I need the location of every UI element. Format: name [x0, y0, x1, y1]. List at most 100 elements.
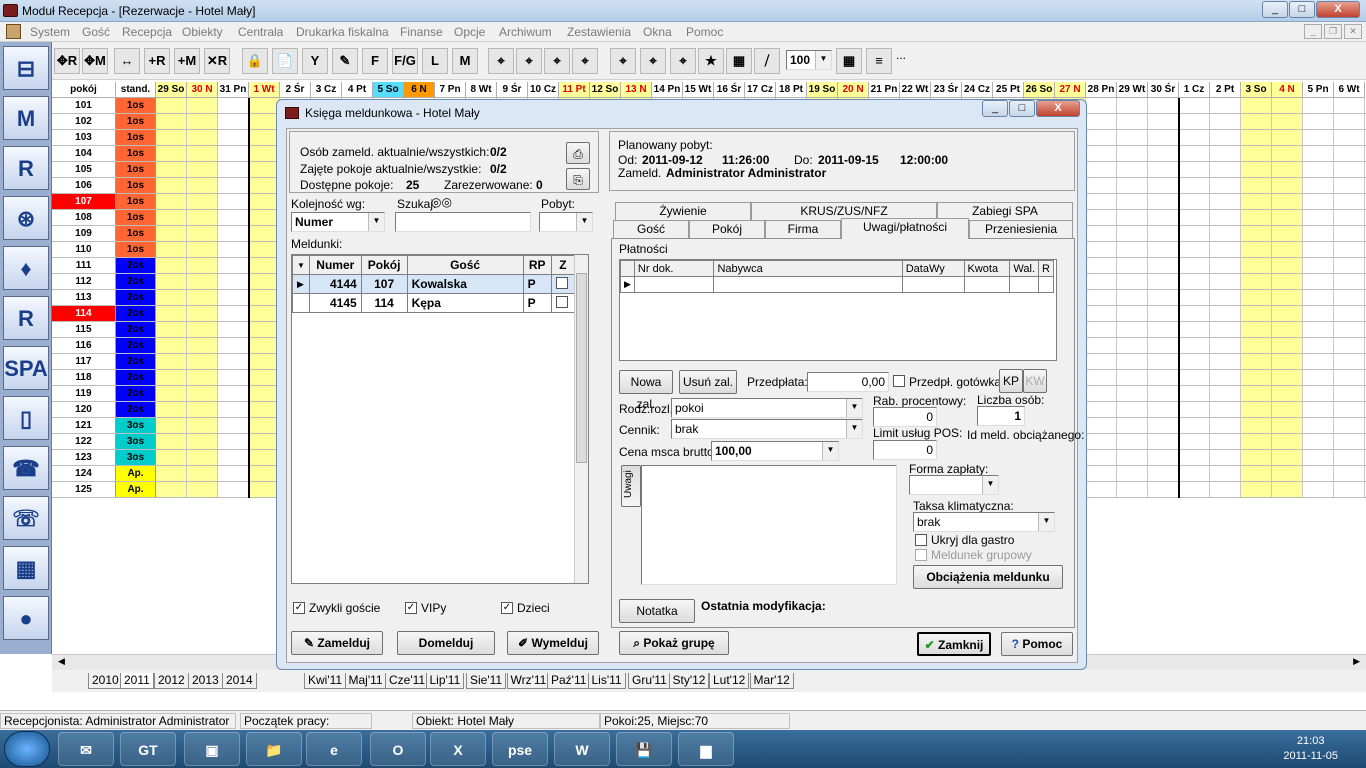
- taskbar-app-7[interactable]: X: [430, 732, 486, 766]
- col-nabywca[interactable]: Nabywca: [713, 260, 903, 277]
- year-tab-2014[interactable]: 2014: [222, 673, 257, 689]
- col-nrdok[interactable]: Nr dok.: [633, 260, 715, 277]
- toolbar-icon-18[interactable]: ⌖: [572, 48, 598, 74]
- przedplata-input[interactable]: 0,00: [807, 372, 889, 392]
- pokaz-grupe-button[interactable]: ⌕ Pokaż grupę: [619, 631, 729, 655]
- room-number[interactable]: 111: [52, 258, 116, 273]
- room-number[interactable]: 120: [52, 402, 116, 417]
- mdi-child-icon[interactable]: [6, 24, 21, 39]
- zamknij-button[interactable]: ✔ Zamknij: [917, 632, 991, 656]
- month-tab[interactable]: Kwi'11: [304, 673, 347, 689]
- toolbar-icon-8[interactable]: 📄: [272, 48, 298, 74]
- room-number[interactable]: 101: [52, 98, 116, 113]
- menu-centrala[interactable]: Centrala: [238, 25, 283, 39]
- taskbar-app-11[interactable]: ▆: [678, 732, 734, 766]
- menu-system[interactable]: System: [30, 25, 70, 39]
- room-number[interactable]: 123: [52, 450, 116, 465]
- sidebar-item-2[interactable]: M: [3, 96, 49, 140]
- tab-uwagi-platnosci[interactable]: Uwagi/płatności: [841, 218, 969, 239]
- toolbar-more[interactable]: ...: [896, 48, 906, 62]
- menu-drukarka[interactable]: Drukarka fiskalna: [296, 25, 389, 39]
- export-icon[interactable]: ⎘: [566, 168, 590, 190]
- scroll-left-icon[interactable]: ◀: [58, 656, 65, 667]
- sidebar-item-1[interactable]: ⊟: [3, 46, 49, 90]
- sidebar-item-10[interactable]: ☏: [3, 496, 49, 540]
- month-tab[interactable]: Sie'11: [466, 673, 507, 689]
- toolbar-icon-11[interactable]: F: [362, 48, 388, 74]
- nowa-zal-button[interactable]: Nowa zal.: [619, 370, 673, 411]
- notatka-button[interactable]: Notatka: [619, 599, 695, 623]
- toolbar-icon-20[interactable]: ⌖: [640, 48, 666, 74]
- room-number[interactable]: 106: [52, 178, 116, 193]
- menu-okna[interactable]: Okna: [643, 25, 672, 39]
- col-kwota[interactable]: Kwota: [963, 260, 1011, 277]
- tab-firma[interactable]: Firma: [765, 220, 841, 238]
- rab-input[interactable]: 0: [873, 407, 937, 427]
- toolbar-icon-9[interactable]: Y: [302, 48, 328, 74]
- scroll-right-icon[interactable]: ▶: [1353, 656, 1360, 667]
- pobyt-select[interactable]: ▼: [539, 212, 593, 232]
- month-tab[interactable]: Lip'11: [425, 673, 465, 689]
- menu-recepcja[interactable]: Recepcja: [122, 25, 172, 39]
- toolbar-icon-7[interactable]: 🔒: [242, 48, 268, 74]
- mdi-restore-button[interactable]: ❐: [1324, 24, 1342, 39]
- col-wal[interactable]: Wal.: [1009, 260, 1040, 277]
- menu-zestawienia[interactable]: Zestawienia: [567, 25, 631, 39]
- room-number[interactable]: 122: [52, 434, 116, 449]
- room-number[interactable]: 119: [52, 386, 116, 401]
- menu-finanse[interactable]: Finanse: [400, 25, 443, 39]
- obciazenia-button[interactable]: Obciążenia meldunku: [913, 565, 1063, 589]
- cena-select[interactable]: 100,00 ▼: [711, 441, 839, 461]
- sidebar-item-11[interactable]: ▦: [3, 546, 49, 590]
- vip-checkbox[interactable]: ✓: [405, 602, 417, 614]
- menu-archiwum[interactable]: Archiwum: [499, 25, 552, 39]
- month-tab[interactable]: Gru'11: [628, 673, 671, 689]
- room-number[interactable]: 116: [52, 338, 116, 353]
- room-number[interactable]: 125: [52, 482, 116, 497]
- col-r[interactable]: R: [1038, 260, 1054, 277]
- taskbar-app-2[interactable]: GT: [120, 732, 176, 766]
- col-pokoj[interactable]: Pokój: [360, 255, 408, 275]
- room-number[interactable]: 109: [52, 226, 116, 241]
- room-number[interactable]: 105: [52, 162, 116, 177]
- przedpl-gotowka-checkbox[interactable]: [893, 375, 905, 387]
- tab-gosc[interactable]: Gość: [613, 220, 689, 238]
- room-number[interactable]: 118: [52, 370, 116, 385]
- toolbar-icon-4[interactable]: +R: [144, 48, 170, 74]
- room-number[interactable]: 115: [52, 322, 116, 337]
- uwagi-textarea[interactable]: [641, 465, 897, 585]
- sidebar-item-8[interactable]: ▯: [3, 396, 49, 440]
- table-row[interactable]: ▶ 4144 107 Kowalska P: [292, 274, 576, 294]
- taskbar-app-8[interactable]: pse: [492, 732, 548, 766]
- kp-button[interactable]: KP: [999, 369, 1023, 393]
- toolbar-icon-1[interactable]: ✥R: [54, 48, 80, 74]
- month-tab[interactable]: Paź'11: [547, 673, 591, 689]
- month-tab[interactable]: Lut'12: [709, 673, 750, 689]
- room-number[interactable]: 113: [52, 290, 116, 305]
- table-row[interactable]: ▶: [620, 276, 1054, 293]
- taskbar-app-5[interactable]: e: [306, 732, 362, 766]
- room-number[interactable]: 103: [52, 130, 116, 145]
- month-tab[interactable]: Wrz'11: [506, 673, 551, 689]
- col-z[interactable]: Z: [550, 255, 576, 275]
- minimize-button[interactable]: _: [1262, 1, 1288, 18]
- room-number[interactable]: 104: [52, 146, 116, 161]
- col-numer[interactable]: Numer: [308, 255, 362, 275]
- room-number[interactable]: 107: [52, 194, 116, 209]
- close-button[interactable]: X: [1316, 1, 1360, 18]
- cennik-select[interactable]: brak ▼: [671, 419, 863, 439]
- table-vscrollbar[interactable]: [574, 255, 588, 583]
- month-tab[interactable]: Maj'11: [344, 673, 387, 689]
- sidebar-item-12[interactable]: ●: [3, 596, 49, 640]
- toolbar-icon-26[interactable]: ≡: [866, 48, 892, 74]
- year-tab-2012[interactable]: 2012: [154, 673, 189, 689]
- search-input[interactable]: [395, 212, 531, 232]
- taskbar-app-10[interactable]: 💾: [616, 732, 672, 766]
- taksa-select[interactable]: brak ▼: [913, 512, 1055, 532]
- room-number[interactable]: 121: [52, 418, 116, 433]
- toolbar-icon-22[interactable]: ★: [698, 48, 724, 74]
- room-number[interactable]: 114: [52, 306, 116, 321]
- toolbar-icon-16[interactable]: ⌖: [516, 48, 542, 74]
- month-tab[interactable]: Sty'12: [668, 673, 710, 689]
- tab-przeniesienia[interactable]: Przeniesienia: [969, 220, 1073, 238]
